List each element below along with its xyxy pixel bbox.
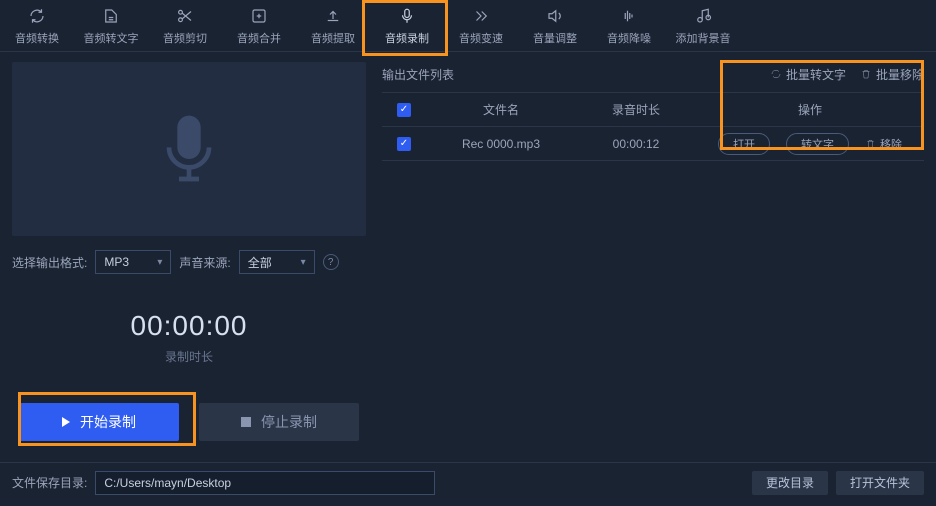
- stop-icon: [241, 417, 251, 427]
- remove-row-button[interactable]: 移除: [865, 136, 902, 152]
- select-value: MP3: [104, 255, 129, 269]
- button-label: 停止录制: [261, 412, 317, 432]
- table-row: Rec 0000.mp3 00:00:12 打开 转文字 移除: [382, 127, 924, 161]
- select-all-checkbox[interactable]: [397, 103, 411, 117]
- timer-label: 录制时长: [12, 348, 366, 365]
- tab-audio-convert[interactable]: 音频转换: [0, 0, 74, 51]
- col-header-ops: 操作: [696, 101, 924, 118]
- action-label: 批量移除: [876, 66, 924, 83]
- audio-source-label: 声音来源:: [179, 254, 230, 271]
- microphone-visual: [12, 62, 366, 236]
- trash-icon: [865, 138, 876, 149]
- refresh-icon: [27, 6, 47, 26]
- help-icon[interactable]: ?: [323, 254, 339, 270]
- top-toolbar: 音频转换 音频转文字 音频剪切 音频合并 音频提取 音频录制 音频变速 音量调整…: [0, 0, 936, 52]
- output-table: 文件名 录音时长 操作 Rec 0000.mp3 00:00:12 打开 转文字…: [382, 92, 924, 161]
- action-label: 批量转文字: [786, 66, 846, 83]
- volume-icon: [545, 6, 565, 26]
- save-path-label: 文件保存目录:: [12, 474, 87, 491]
- chevron-down-icon: ▾: [157, 257, 162, 268]
- main-area: 选择输出格式: MP3 ▾ 声音来源: 全部 ▾ ? 00:00:00 录制时长…: [0, 52, 936, 462]
- speed-icon: [471, 6, 491, 26]
- tab-audio-merge[interactable]: 音频合并: [222, 0, 296, 51]
- speech-text-icon: [101, 6, 121, 26]
- record-buttons: 开始录制 停止录制: [12, 403, 366, 441]
- tab-audio-to-text[interactable]: 音频转文字: [74, 0, 148, 51]
- tab-label: 音频录制: [385, 30, 429, 46]
- start-record-button[interactable]: 开始录制: [19, 403, 179, 441]
- merge-icon: [249, 6, 269, 26]
- tab-noise-reduce[interactable]: 音频降噪: [592, 0, 666, 51]
- record-options-row: 选择输出格式: MP3 ▾ 声音来源: 全部 ▾ ?: [12, 250, 366, 274]
- tab-label: 音频转文字: [84, 30, 139, 46]
- timer-value: 00:00:00: [12, 310, 366, 342]
- tab-label: 音频降噪: [607, 30, 651, 46]
- chevron-down-icon: ▾: [301, 257, 306, 268]
- tab-audio-extract[interactable]: 音频提取: [296, 0, 370, 51]
- row-duration: 00:00:12: [576, 137, 696, 151]
- col-header-duration: 录音时长: [576, 101, 696, 118]
- tab-label: 音频变速: [459, 30, 503, 46]
- play-icon: [62, 417, 70, 427]
- music-note-icon: [693, 6, 713, 26]
- record-timer: 00:00:00 录制时长: [12, 310, 366, 365]
- col-header-name: 文件名: [426, 101, 576, 118]
- tab-volume-adjust[interactable]: 音量调整: [518, 0, 592, 51]
- stop-record-button[interactable]: 停止录制: [199, 403, 359, 441]
- record-panel: 选择输出格式: MP3 ▾ 声音来源: 全部 ▾ ? 00:00:00 录制时长…: [0, 52, 378, 462]
- batch-to-text-button[interactable]: 批量转文字: [770, 66, 846, 83]
- tab-label: 添加背景音: [676, 30, 731, 46]
- output-list-panel: 输出文件列表 批量转文字 批量移除 文件名 录音时长 操作: [378, 52, 936, 462]
- row-filename: Rec 0000.mp3: [426, 137, 576, 151]
- output-format-select[interactable]: MP3 ▾: [95, 250, 171, 274]
- convert-icon: [770, 68, 782, 80]
- save-path-input[interactable]: [95, 471, 435, 495]
- open-folder-button[interactable]: 打开文件夹: [836, 471, 924, 495]
- button-label: 开始录制: [80, 412, 136, 432]
- remove-label: 移除: [880, 136, 902, 152]
- wave-icon: [619, 6, 639, 26]
- upload-icon: [323, 6, 343, 26]
- tab-label: 音频转换: [15, 30, 59, 46]
- tab-add-bgm[interactable]: 添加背景音: [666, 0, 740, 51]
- tab-label: 音频剪切: [163, 30, 207, 46]
- list-header-bar: 输出文件列表 批量转文字 批量移除: [382, 62, 924, 86]
- footer-bar: 文件保存目录: 更改目录 打开文件夹: [0, 462, 936, 502]
- batch-remove-button[interactable]: 批量移除: [860, 66, 924, 83]
- tab-label: 音频合并: [237, 30, 281, 46]
- scissors-icon: [175, 6, 195, 26]
- tab-audio-speed[interactable]: 音频变速: [444, 0, 518, 51]
- output-list-title: 输出文件列表: [382, 66, 454, 83]
- tab-label: 音量调整: [533, 30, 577, 46]
- tab-audio-record[interactable]: 音频录制: [370, 0, 444, 51]
- audio-source-select[interactable]: 全部 ▾: [239, 250, 315, 274]
- output-format-label: 选择输出格式:: [12, 254, 87, 271]
- trash-icon: [860, 68, 872, 80]
- row-checkbox[interactable]: [397, 137, 411, 151]
- table-header-row: 文件名 录音时长 操作: [382, 93, 924, 127]
- microphone-icon: [397, 6, 417, 26]
- change-dir-button[interactable]: 更改目录: [752, 471, 828, 495]
- microphone-large-icon: [149, 109, 229, 189]
- tab-audio-cut[interactable]: 音频剪切: [148, 0, 222, 51]
- open-file-button[interactable]: 打开: [718, 133, 770, 155]
- to-text-button[interactable]: 转文字: [786, 133, 849, 155]
- select-value: 全部: [248, 254, 272, 271]
- tab-label: 音频提取: [311, 30, 355, 46]
